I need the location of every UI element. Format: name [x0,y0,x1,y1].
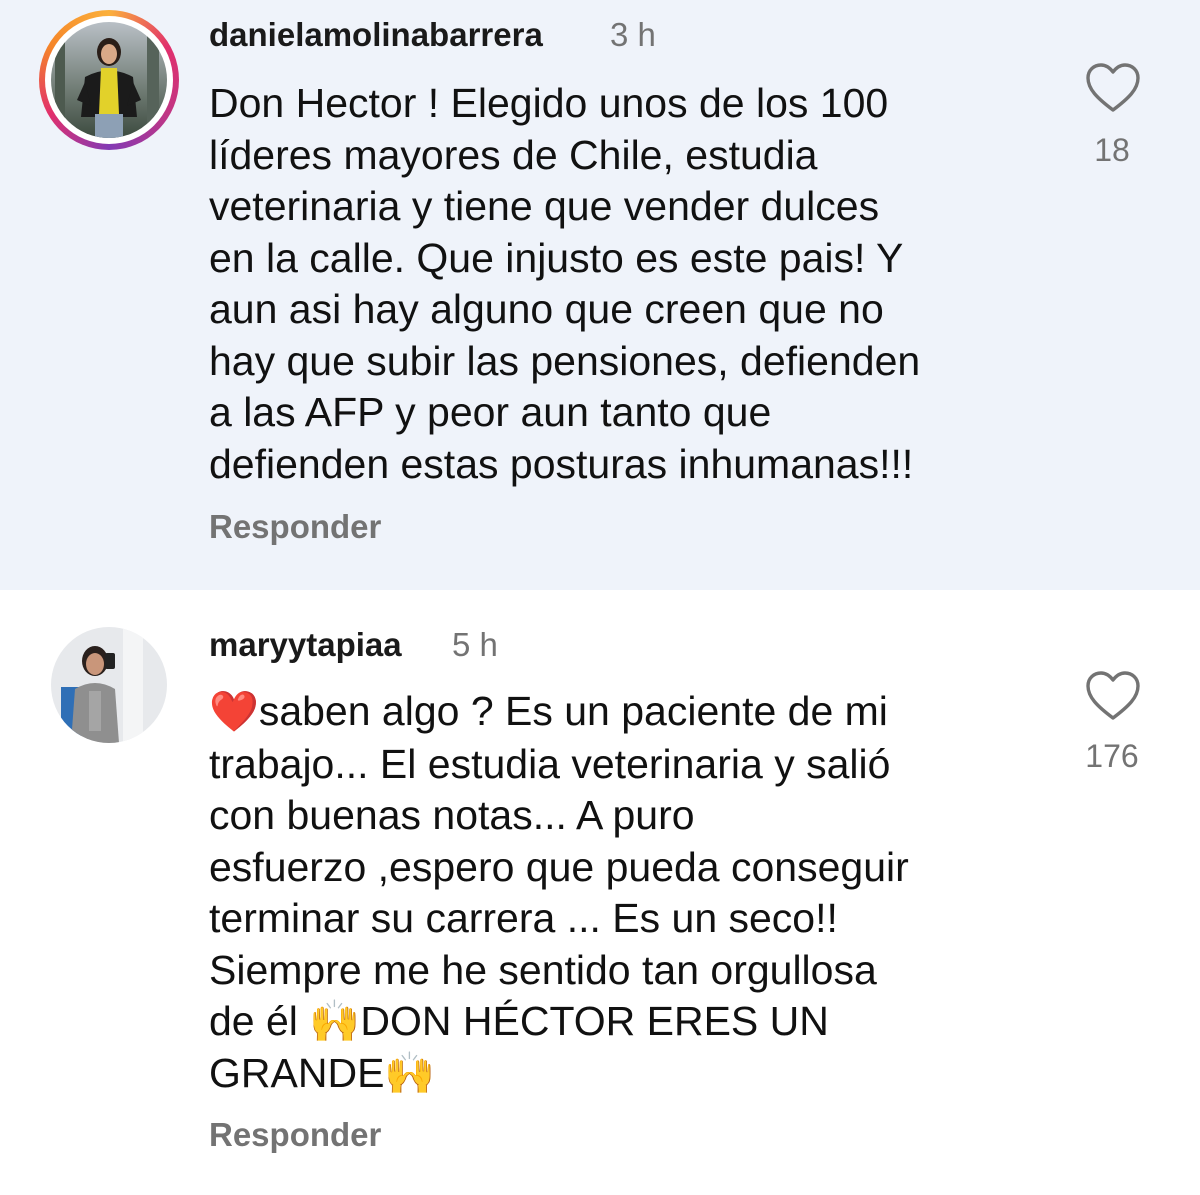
comment-timestamp: 3 h [610,16,656,53]
raised-hands-emoji: 🙌 [384,1048,436,1097]
red-heart-emoji: ❤️ [209,689,259,735]
comment-text: Don Hector ! Elegido unos de los 100 líd… [209,80,921,487]
comment-item: maryytapiaa 5 h ❤️saben algo ? Es un pac… [0,590,1200,1195]
comment-item: danielamolinabarrera 3 h Don Hector ! El… [0,0,1200,590]
like-count: 176 [1085,738,1139,774]
comment-username[interactable]: danielamolinabarrera [209,16,543,54]
reply-button[interactable]: Responder [209,508,381,546]
avatar[interactable] [51,22,167,138]
heart-outline-icon[interactable] [1085,670,1141,722]
like-count: 18 [1094,132,1130,168]
reply-button[interactable]: Responder [209,1116,381,1154]
heart-outline-icon[interactable] [1085,62,1141,114]
comment-text: ❤️saben algo ? Es un paciente de mi trab… [209,688,909,1097]
comment-username[interactable]: maryytapiaa [209,626,402,664]
avatar[interactable] [51,627,167,743]
raised-hands-emoji: 🙌 [309,997,361,1045]
comment-timestamp: 5 h [452,626,498,663]
